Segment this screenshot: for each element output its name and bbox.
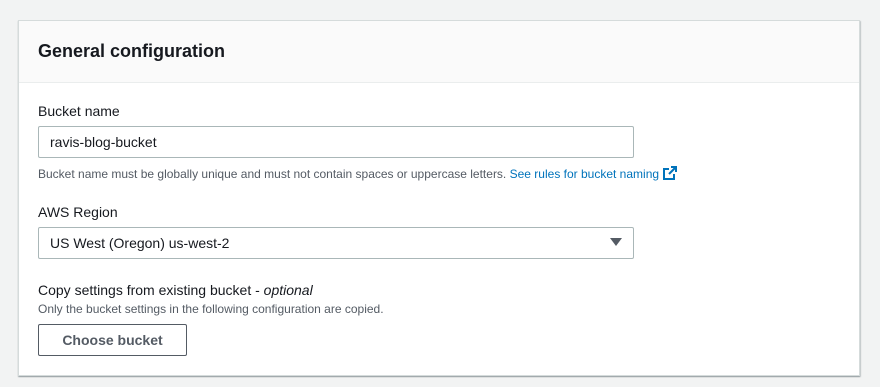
- optional-tag: optional: [263, 282, 313, 298]
- copy-settings-label: Copy settings from existing bucket - opt…: [38, 282, 313, 298]
- copy-settings-label-text: Copy settings from existing bucket -: [38, 282, 264, 298]
- copy-settings-hint: Only the bucket settings in the followin…: [38, 302, 384, 316]
- panel-header: General configuration: [19, 21, 859, 83]
- bucket-naming-rules-link-text: See rules for bucket naming: [509, 167, 660, 181]
- choose-bucket-button[interactable]: Choose bucket: [38, 324, 187, 356]
- bucket-naming-rules-link[interactable]: See rules for bucket naming: [509, 166, 678, 181]
- aws-region-selected-value: US West (Oregon) us-west-2: [50, 235, 230, 251]
- bucket-name-value: ravis-blog-bucket: [50, 134, 157, 150]
- bucket-name-input[interactable]: ravis-blog-bucket: [38, 126, 634, 158]
- external-link-icon: [663, 166, 678, 180]
- aws-region-select[interactable]: US West (Oregon) us-west-2: [38, 227, 634, 259]
- panel-title: General configuration: [38, 41, 226, 61]
- caret-down-icon: [610, 238, 622, 246]
- bucket-name-label: Bucket name: [38, 103, 120, 119]
- aws-region-label: AWS Region: [38, 204, 118, 220]
- bucket-name-hint: Bucket name must be globally unique and …: [38, 165, 678, 181]
- general-configuration-panel: General configuration Bucket name ravis-…: [18, 20, 860, 376]
- bucket-name-hint-text: Bucket name must be globally unique and …: [38, 167, 507, 181]
